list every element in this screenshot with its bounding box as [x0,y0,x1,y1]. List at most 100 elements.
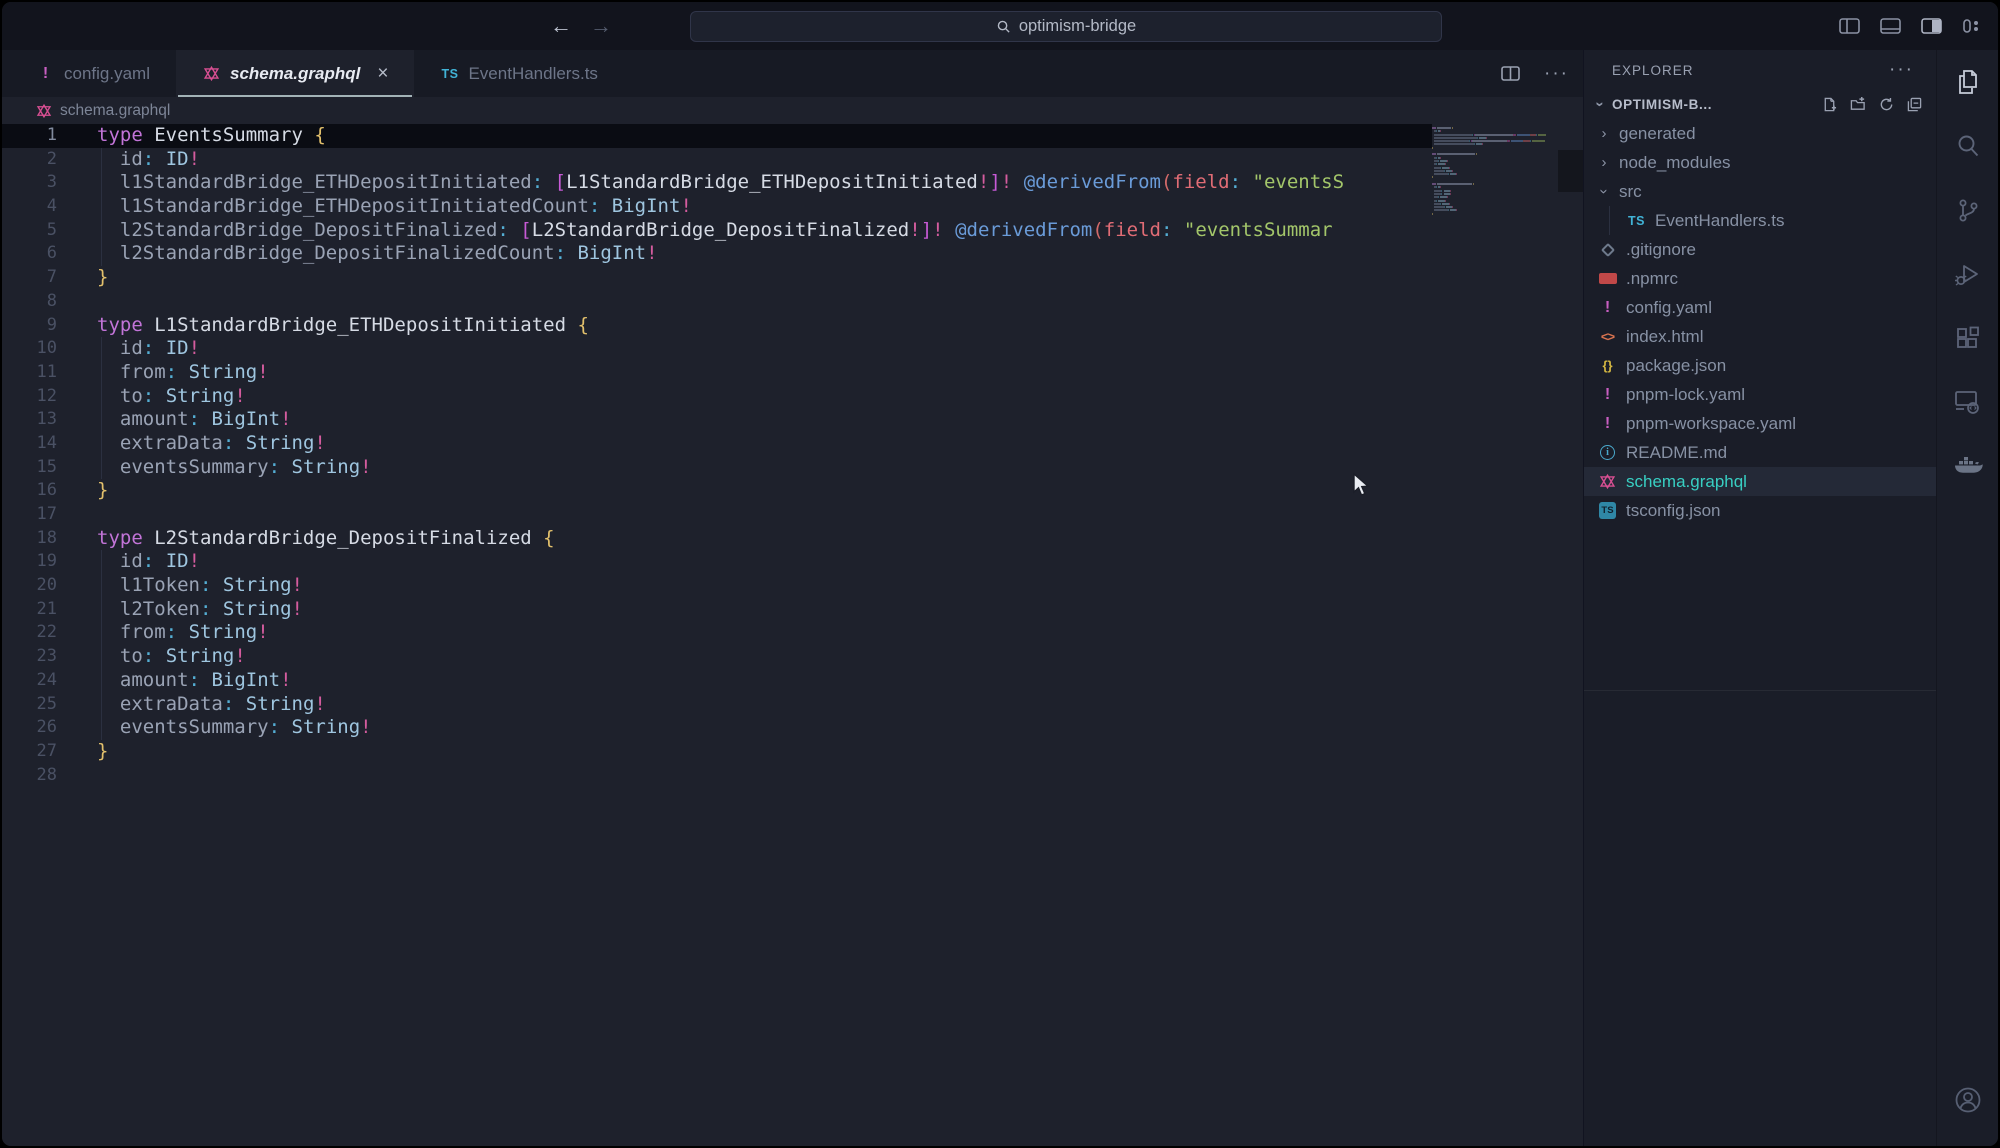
tab-bar: !config.yamlschema.graphql×TSEventHandle… [2,50,1583,97]
tree-item-.npmrc[interactable]: .npmrc [1584,264,1936,293]
tree-item-EventHandlers.ts[interactable]: TSEventHandlers.ts [1584,206,1936,235]
code-line[interactable]: 16} [2,479,1432,503]
breadcrumb[interactable]: schema.graphql [2,97,1583,124]
code-line[interactable]: 2 id: ID! [2,148,1432,172]
tree-item-node_modules[interactable]: › node_modules [1584,148,1936,177]
run-debug-icon[interactable] [1937,242,1998,306]
toggle-sidebar-left-icon[interactable] [1839,18,1860,34]
tree-item-tsconfig.json[interactable]: TStsconfig.json [1584,496,1936,525]
code-line[interactable]: 28 [2,764,1432,788]
code-line[interactable]: 11 from: String! [2,361,1432,385]
explorer-title: EXPLORER [1612,63,1694,78]
refresh-icon[interactable] [1879,97,1894,112]
workspace-name: OPTIMISM-B... [1612,97,1712,112]
code-line[interactable]: 6 l2StandardBridge_DepositFinalizedCount… [2,242,1432,266]
tab-EventHandlers.ts[interactable]: TSEventHandlers.ts [414,50,623,97]
breadcrumb-file-label: schema.graphql [60,102,170,120]
code-line[interactable]: 23 to: String! [2,645,1432,669]
toggle-panel-icon[interactable] [1880,18,1901,34]
split-editor-icon[interactable] [1501,66,1520,81]
tree-item-src[interactable]: ›src [1584,177,1936,206]
tree-item-package.json[interactable]: {}package.json [1584,351,1936,380]
code-line[interactable]: 13 amount: BigInt! [2,408,1432,432]
code-line[interactable]: 26 eventsSummary: String! [2,716,1432,740]
line-number: 24 [2,669,77,693]
minimap[interactable] [1432,127,1558,219]
code-line[interactable]: 21 l2Token: String! [2,598,1432,622]
code-line[interactable]: 15 eventsSummary: String! [2,456,1432,480]
chevron-down-icon: › [1597,186,1612,198]
npm-icon [1598,273,1617,284]
close-tab-icon[interactable]: × [377,63,388,85]
chevron-right-icon: › [1598,155,1610,170]
source-control-icon[interactable] [1937,178,1998,242]
tab-config.yaml[interactable]: !config.yaml [10,50,176,97]
code-line[interactable]: 10 id: ID! [2,337,1432,361]
editor-actions-more-button[interactable]: ··· [1544,63,1569,85]
docker-icon[interactable] [1937,434,1998,498]
account-icon[interactable] [1937,1068,1998,1132]
code-line[interactable]: 7} [2,266,1432,290]
code-line[interactable]: 17 [2,503,1432,527]
nav-back-button[interactable]: ← [550,15,572,37]
code-line[interactable]: 3 l1StandardBridge_ETHDepositInitiated: … [2,171,1432,195]
line-number: 21 [2,598,77,622]
tab-schema.graphql[interactable]: schema.graphql× [176,50,414,97]
command-center-search[interactable]: optimism-bridge [690,11,1442,42]
code-line[interactable]: 18type L2StandardBridge_DepositFinalized… [2,527,1432,551]
code-line[interactable]: 14 extraData: String! [2,432,1432,456]
tree-item-config.yaml[interactable]: !config.yaml [1584,293,1936,322]
line-number: 17 [2,503,77,527]
tree-item-.gitignore[interactable]: .gitignore [1584,235,1936,264]
search-value: optimism-bridge [1019,17,1136,36]
tree-item-pnpm-lock.yaml[interactable]: !pnpm-lock.yaml [1584,380,1936,409]
code-line[interactable]: 5 l2StandardBridge_DepositFinalized: [L2… [2,219,1432,243]
tree-item-label: node_modules [1619,153,1731,173]
new-folder-icon[interactable] [1850,97,1866,112]
code-line[interactable]: 25 extraData: String! [2,693,1432,717]
extensions-icon[interactable] [1937,306,1998,370]
line-number: 6 [2,242,77,266]
tree-item-index.html[interactable]: <>index.html [1584,322,1936,351]
readme-info-icon: i [1598,445,1617,460]
explorer-view-icon[interactable] [1937,50,1998,114]
code-editor[interactable]: 1type EventsSummary {2 id: ID!3 l1Standa… [2,124,1583,1146]
code-line[interactable]: 22 from: String! [2,621,1432,645]
code-line[interactable]: 24 amount: BigInt! [2,669,1432,693]
new-file-icon[interactable] [1822,97,1837,112]
code-line[interactable]: 9type L1StandardBridge_ETHDepositInitiat… [2,314,1432,338]
tab-label: config.yaml [64,64,150,84]
tree-item-README.md[interactable]: i README.md [1584,438,1936,467]
tree-item-label: README.md [1626,443,1727,463]
search-view-icon[interactable] [1937,114,1998,178]
editor-scrollbar[interactable] [1558,124,1583,1146]
yaml-icon: ! [1598,299,1617,317]
toggle-sidebar-right-icon[interactable] [1921,18,1942,34]
line-number: 2 [2,148,77,172]
line-number: 18 [2,527,77,551]
line-number: 16 [2,479,77,503]
nav-forward-button[interactable]: → [590,15,612,37]
yaml-icon: ! [1598,386,1617,404]
tree-item-schema.graphql[interactable]: schema.graphql [1584,467,1936,496]
code-line[interactable]: 4 l1StandardBridge_ETHDepositInitiatedCo… [2,195,1432,219]
typescript-icon: TS [440,67,459,81]
minimap-slider[interactable] [1558,150,1583,192]
code-line[interactable]: 12 to: String! [2,385,1432,409]
code-line[interactable]: 27} [2,740,1432,764]
line-number: 28 [2,764,77,788]
code-line[interactable]: 19 id: ID! [2,550,1432,574]
chevron-right-icon: › [1598,126,1610,141]
tree-item-generated[interactable]: ›generated [1584,119,1936,148]
code-line[interactable]: 20 l1Token: String! [2,574,1432,598]
code-line[interactable]: 1type EventsSummary { [2,124,1432,148]
explorer-more-button[interactable]: ··· [1889,59,1914,81]
line-number: 13 [2,408,77,432]
remote-explorer-icon[interactable] [1937,370,1998,434]
customize-layout-icon[interactable] [1962,18,1980,34]
tree-item-label: tsconfig.json [1626,501,1721,521]
code-line[interactable]: 8 [2,290,1432,314]
explorer-section-header[interactable]: › OPTIMISM-B... [1584,90,1936,119]
collapse-all-icon[interactable] [1907,97,1922,112]
tree-item-pnpm-workspace.yaml[interactable]: !pnpm-workspace.yaml [1584,409,1936,438]
